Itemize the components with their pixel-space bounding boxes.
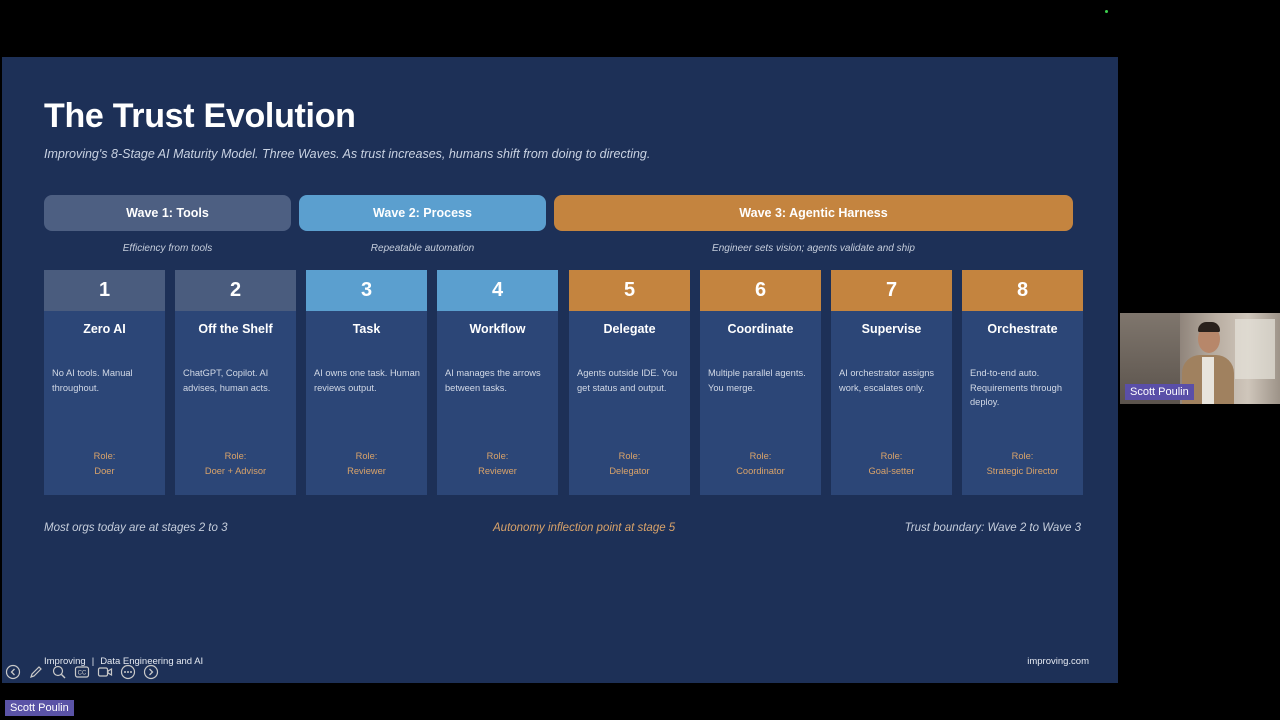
stage-name: Off the Shelf (198, 322, 273, 336)
forward-icon[interactable] (141, 663, 161, 681)
stage-description: AI owns one task. Human reviews output. (314, 368, 420, 393)
role-value: Doer (94, 465, 115, 476)
stage-role: Role: Reviewer (437, 449, 558, 478)
svg-text:CC: CC (78, 671, 87, 677)
note-right: Trust boundary: Wave 2 to Wave 3 (904, 522, 1081, 534)
role-value: Reviewer (347, 465, 386, 476)
role-label: Role: (355, 451, 378, 461)
stage-name: Delegate (603, 322, 656, 336)
role-label: Role: (880, 451, 903, 461)
wave-2-header: Wave 2: Process (299, 195, 546, 231)
stage-role: Role: Coordinator (700, 449, 821, 478)
more-icon[interactable] (118, 663, 138, 681)
stage-role: Role: Delegator (569, 449, 690, 478)
stage-role: Role: Reviewer (306, 449, 427, 478)
stage-role: Role: Doer + Advisor (175, 449, 296, 478)
participant-video[interactable]: Scott Poulin (1120, 313, 1280, 404)
stage-role: Role: Strategic Director (962, 449, 1083, 478)
role-label: Role: (224, 451, 247, 461)
role-label: Role: (1011, 451, 1034, 461)
role-value: Strategic Director (986, 465, 1059, 476)
stage-name: Zero AI (83, 322, 126, 336)
zoom-icon[interactable] (49, 663, 69, 681)
role-value: Coordinator (736, 465, 785, 476)
stage-description: No AI tools. Manual throughout. (52, 368, 133, 393)
stage-number: 8 (962, 270, 1083, 311)
presenter-name-badge: Scott Poulin (5, 700, 74, 716)
stage-name: Supervise (861, 322, 922, 336)
stage-number: 7 (831, 270, 952, 311)
participant-shirt (1202, 357, 1214, 404)
role-label: Role: (618, 451, 641, 461)
stage-number: 6 (700, 270, 821, 311)
role-value: Reviewer (478, 465, 517, 476)
stage-description: ChatGPT, Copilot. AI advises, human acts… (183, 368, 271, 393)
back-icon[interactable] (3, 663, 23, 681)
stage-number: 1 (44, 270, 165, 311)
stage-number: 4 (437, 270, 558, 311)
note-center: Autonomy inflection point at stage 5 (493, 522, 676, 534)
slide-subtitle: Improving's 8-Stage AI Maturity Model. T… (44, 147, 651, 161)
stage-name: Orchestrate (987, 322, 1058, 336)
footer-site: improving.com (1027, 656, 1089, 667)
role-value: Goal-setter (868, 465, 915, 476)
role-label: Role: (93, 451, 116, 461)
stage-card-5: 5 Delegate Agents outside IDE. You get s… (569, 270, 690, 495)
stage-card-4: 4 Workflow AI manages the arrows between… (437, 270, 558, 495)
status-dot (1105, 10, 1108, 13)
stage-card-3: 3 Task AI owns one task. Human reviews o… (306, 270, 427, 495)
stage-card-8: 8 Orchestrate End-to-end auto. Requireme… (962, 270, 1083, 495)
stage-name: Coordinate (727, 322, 794, 336)
video-icon[interactable] (95, 663, 115, 681)
role-label: Role: (749, 451, 772, 461)
stage-description: AI orchestrator assigns work, escalates … (839, 368, 935, 393)
stage-role: Role: Goal-setter (831, 449, 952, 478)
stage-description: Agents outside IDE. You get status and o… (577, 368, 678, 393)
participant-name-badge: Scott Poulin (1125, 384, 1194, 400)
stage-number: 3 (306, 270, 427, 311)
wave-1-header: Wave 1: Tools (44, 195, 291, 231)
stage-description: End-to-end auto. Requirements through de… (970, 368, 1062, 407)
role-label: Role: (486, 451, 509, 461)
stage-card-1: 1 Zero AI No AI tools. Manual throughout… (44, 270, 165, 495)
stage-role: Role: Doer (44, 449, 165, 478)
wave-3-tagline: Engineer sets vision; agents validate an… (712, 243, 915, 254)
wave-1-tagline: Efficiency from tools (122, 243, 213, 254)
participant-hair (1198, 322, 1220, 332)
video-window (1235, 319, 1275, 379)
stage-card-6: 6 Coordinate Multiple parallel agents. Y… (700, 270, 821, 495)
role-value: Doer + Advisor (204, 465, 267, 476)
wave-2-tagline: Repeatable automation (370, 243, 475, 254)
stage-card-2: 2 Off the Shelf ChatGPT, Copilot. AI adv… (175, 270, 296, 495)
wave-3-header: Wave 3: Agentic Harness (554, 195, 1073, 231)
stage-number: 2 (175, 270, 296, 311)
stage-number: 5 (569, 270, 690, 311)
stage-card-7: 7 Supervise AI orchestrator assigns work… (831, 270, 952, 495)
presentation-slide: The Trust Evolution Improving's 8-Stage … (2, 57, 1118, 683)
stage-name: Task (352, 322, 381, 336)
presentation-controls: CC (3, 663, 161, 681)
slide-title: The Trust Evolution (44, 97, 356, 135)
captions-icon[interactable]: CC (72, 663, 92, 681)
role-value: Delegator (609, 465, 650, 476)
note-left: Most orgs today are at stages 2 to 3 (44, 522, 228, 534)
stage-name: Workflow (469, 322, 526, 336)
stage-description: AI manages the arrows between tasks. (445, 368, 541, 393)
stage-description: Multiple parallel agents. You merge. (708, 368, 806, 393)
pen-icon[interactable] (26, 663, 46, 681)
